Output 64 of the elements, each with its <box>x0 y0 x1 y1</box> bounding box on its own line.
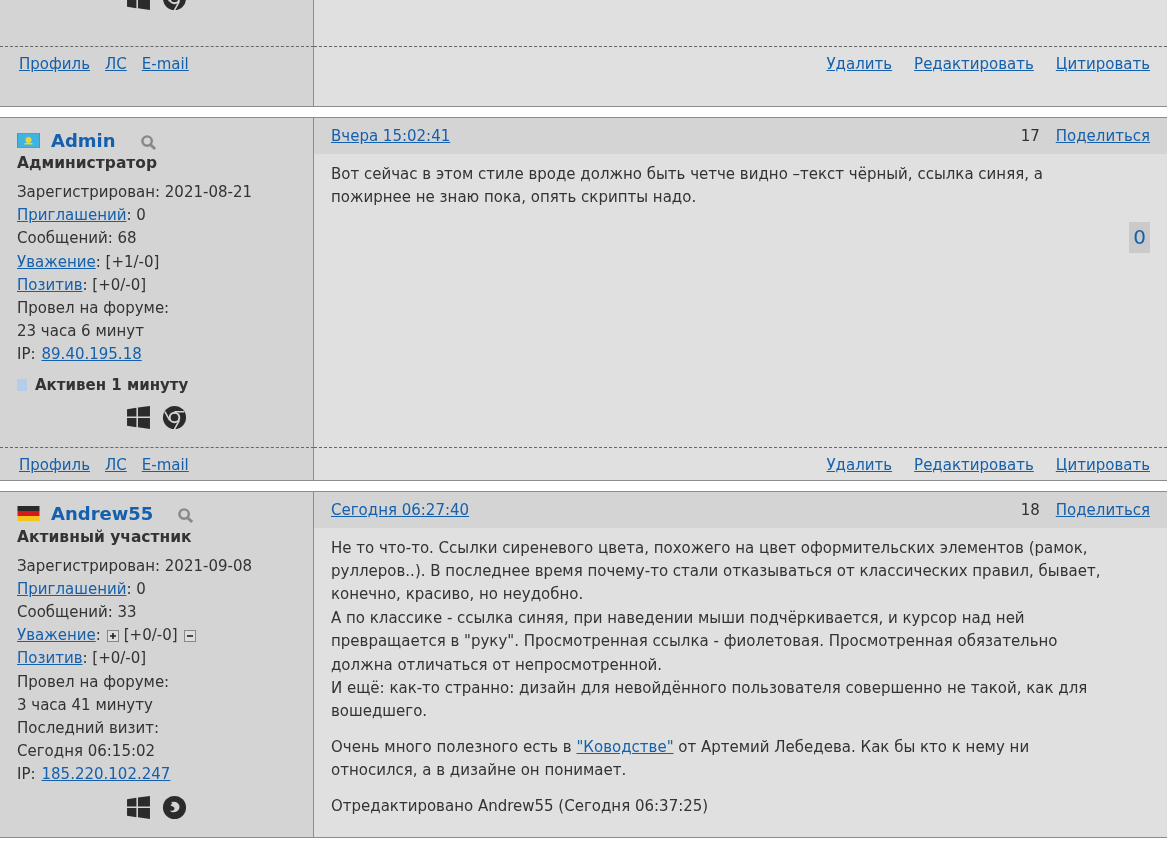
stat-value: [+0/-0] <box>123 625 178 647</box>
stat-link[interactable]: Приглашений <box>17 577 127 602</box>
stat-value: : [+0/-0] <box>82 274 147 296</box>
ip-label: IP: <box>17 764 36 786</box>
guide-link[interactable]: "Ководстве" <box>576 737 674 756</box>
user-stat: Сообщений: 33 <box>17 602 137 624</box>
firefox-icon <box>162 794 187 820</box>
stat-value: : [+1/-0] <box>95 251 160 273</box>
stat-link[interactable]: Позитив <box>17 273 83 297</box>
profile-link[interactable]: E-mail <box>141 55 189 100</box>
user-stat: Зарегистрирован: 2021-09-08 <box>17 555 252 577</box>
minus-icon[interactable] <box>183 629 196 642</box>
stat-value: : [+0/-0] <box>82 648 147 670</box>
stat-link[interactable]: Позитив <box>17 647 83 671</box>
stat-link[interactable]: Уважение <box>17 250 96 274</box>
post-action-link[interactable]: Редактировать <box>914 55 1034 100</box>
user-stat: Сообщений: 68 <box>17 228 137 250</box>
rating-counter[interactable]: 0 <box>1129 221 1150 254</box>
username-link[interactable]: Andrew55 <box>51 503 154 525</box>
plus-icon[interactable] <box>106 629 119 642</box>
user-rank: Администратор <box>17 153 159 174</box>
flag-icon <box>17 132 40 148</box>
post-action-link[interactable]: Удалить <box>826 55 893 100</box>
user-stat: 3 часа 41 минуту <box>17 694 153 716</box>
windows-icon <box>126 404 151 430</box>
windows-icon <box>126 794 151 820</box>
stat-colon: : <box>95 625 101 647</box>
post-number: 17 <box>1020 127 1040 145</box>
profile-link[interactable]: ЛС <box>105 455 127 474</box>
post-paragraph: Не то что-то. Ссылки сиреневого цвета, похожего на цвет оформительских элементов (рамок, руллеров..). В последнее время почему-то стали отказываться от классических правил, бывает, конечно, красиво, но неудобно. А по классике - ссылка синяя, при наведении мыши подчёркивается, и курсор над ней превращается в "руку". Просмотренная ссылка - фиолетовая. Просмотренная обязательно должна отличаться от непросмотренной. И ещё: как-то странно: дизайн для невойдённого пользователя совершенно не такой, как для вошедшего. <box>331 537 1102 723</box>
user-stat: Провел на форуме: <box>17 298 170 319</box>
post-action-link[interactable]: Редактировать <box>914 455 1034 474</box>
user-stat: Провел на форуме: <box>17 671 170 693</box>
chrome-icon <box>162 404 187 430</box>
ip-link[interactable]: 89.40.195.18 <box>41 343 142 367</box>
profile-link[interactable]: ЛС <box>105 55 127 100</box>
share-link[interactable]: Поделиться <box>1055 500 1150 519</box>
ip-label: IP: <box>17 344 36 366</box>
user-stat: Последний визит: <box>17 718 160 740</box>
post-action-link[interactable]: Цитировать <box>1055 55 1150 100</box>
ip-link[interactable]: 185.220.102.247 <box>41 763 171 787</box>
stat-value: : 0 <box>126 578 146 600</box>
edited-note: Отредактировано Andrew55 (Сегодня 06:37:25) <box>331 795 710 817</box>
flag-icon <box>17 506 40 522</box>
profile-link[interactable]: Профиль <box>19 455 90 474</box>
activity-status: Активен 1 минуту <box>35 374 189 396</box>
post-number: 18 <box>1020 500 1040 519</box>
post-date-link[interactable]: Вчера 15:02:41 <box>331 127 451 145</box>
stat-value: : 0 <box>126 205 146 227</box>
user-stat: Сегодня 06:15:02 <box>17 741 156 763</box>
share-link[interactable]: Поделиться <box>1055 127 1150 145</box>
post-action-link[interactable]: Удалить <box>826 455 893 474</box>
user-stat: Зарегистрирован: 2021-08-21 <box>17 182 252 203</box>
username-link[interactable]: Admin <box>51 129 116 151</box>
profile-link[interactable]: Профиль <box>19 55 90 100</box>
post-action-link[interactable]: Цитировать <box>1055 455 1150 474</box>
post-paragraph: Очень много полезного есть в "Ководстве" от Артемий Лебедева. Как бы кто к нему ни относился, а в дизайне он понимает. <box>331 736 1031 782</box>
user-stat: 23 часа 6 минут <box>17 321 144 343</box>
stat-link[interactable]: Приглашений <box>17 204 127 228</box>
profile-link[interactable]: E-mail <box>141 455 189 474</box>
stat-link[interactable]: Уважение <box>17 624 96 648</box>
post-paragraph: Вот сейчас в этом стиле вроде должно быть четче видно –текст чёрный, ссылка синяя, а пожирнее не знаю пока, опять скрипты надо. <box>331 164 1044 209</box>
user-rank: Активный участник <box>17 526 193 548</box>
post-date-link[interactable]: Сегодня 06:27:40 <box>331 500 470 519</box>
